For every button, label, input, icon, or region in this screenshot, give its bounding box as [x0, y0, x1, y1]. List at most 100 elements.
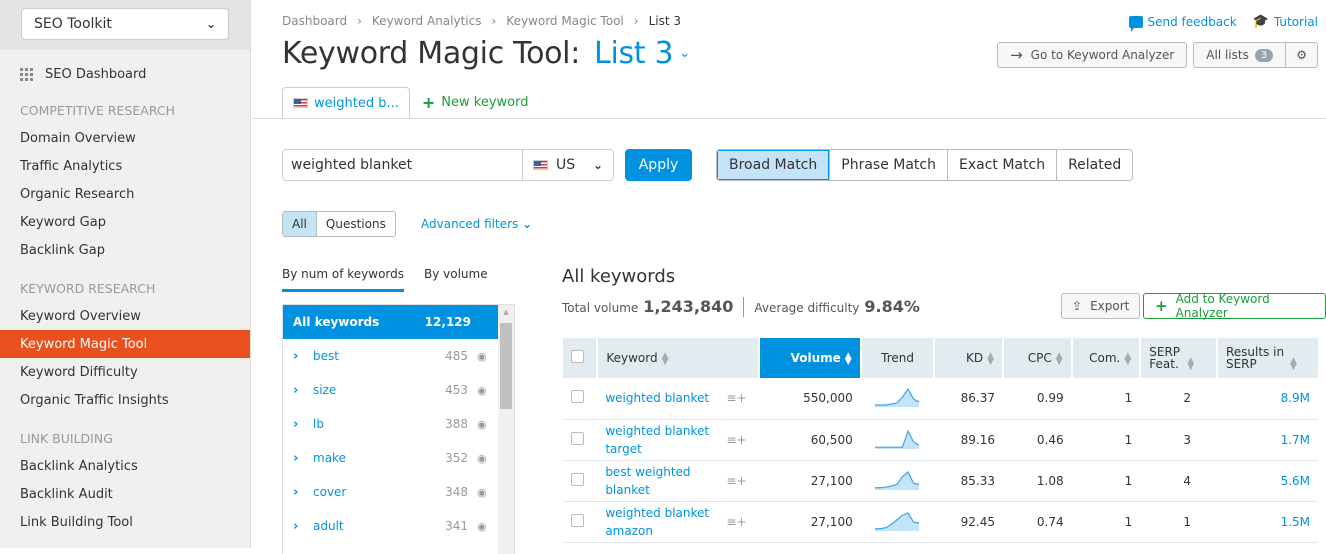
sidebar-item-backlink-analytics[interactable]: Backlink Analytics — [0, 452, 250, 480]
scroll-up-icon[interactable]: ▲ — [498, 308, 514, 316]
table-row: weighted blanket ≡+ 550,000 86.37 0.99 1… — [563, 378, 1318, 420]
add-to-list-icon[interactable]: ≡+ — [718, 501, 759, 543]
group-item[interactable]: › best 485 ◉ — [283, 339, 499, 373]
add-to-keyword-analyzer-button[interactable]: + Add to Keyword Analyzer — [1143, 292, 1326, 320]
eye-icon[interactable]: ◉ — [477, 418, 489, 431]
grid-icon — [20, 67, 33, 81]
sidebar-item-keyword-difficulty[interactable]: Keyword Difficulty — [0, 358, 250, 386]
sidebar-item-keyword-overview[interactable]: Keyword Overview — [0, 302, 250, 330]
add-to-list-icon[interactable]: ≡+ — [718, 460, 759, 502]
breadcrumb-dashboard[interactable]: Dashboard — [282, 14, 347, 28]
sidebar-item-domain-overview[interactable]: Domain Overview — [0, 124, 250, 152]
group-item[interactable]: › lb 388 ◉ — [283, 407, 499, 441]
chevron-right-icon[interactable]: › — [293, 451, 313, 466]
eye-icon[interactable]: ◉ — [477, 350, 489, 363]
col-kd[interactable]: KD ▲ ▼ — [933, 338, 1004, 378]
eye-icon[interactable]: ◉ — [477, 452, 489, 465]
gear-icon: ⚙ — [1296, 48, 1307, 62]
match-phrase-match-button[interactable]: Phrase Match — [829, 150, 947, 180]
sidebar-item-traffic-analytics[interactable]: Traffic Analytics — [0, 152, 250, 180]
select-all-checkbox[interactable] — [571, 350, 584, 363]
export-button[interactable]: ⇪ Export — [1061, 293, 1141, 319]
add-to-list-icon[interactable]: ≡+ — [718, 378, 759, 420]
row-checkbox[interactable] — [571, 472, 584, 486]
total-volume-label: Total volume — [562, 301, 639, 315]
toolkit-select[interactable]: SEO Toolkit ⌄ — [21, 8, 229, 40]
col-cpc[interactable]: CPC ▲ ▼ — [1002, 338, 1072, 378]
groups-scrollbar[interactable]: ▲ — [498, 305, 514, 554]
match-related-button[interactable]: Related — [1056, 150, 1132, 180]
send-feedback-link[interactable]: Send feedback — [1128, 14, 1237, 32]
add-to-list-icon[interactable]: ≡+ — [718, 419, 759, 461]
sidebar-item-organic-traffic-insights[interactable]: Organic Traffic Insights — [0, 386, 250, 414]
filter-questions-button[interactable]: Questions — [315, 212, 395, 236]
keyword-link[interactable]: weighted blanket target — [597, 419, 719, 461]
row-checkbox[interactable] — [571, 390, 584, 404]
chevron-right-icon[interactable]: › — [293, 417, 313, 432]
chevron-right-icon[interactable]: › — [293, 349, 313, 364]
col-serp-features[interactable]: SERP Feat. ▲ ▼ — [1139, 338, 1217, 378]
scroll-thumb[interactable] — [500, 323, 512, 409]
keyword-link[interactable]: weighted blanket amazon — [597, 501, 719, 543]
group-item[interactable]: › adult 341 ◉ — [283, 509, 499, 543]
chevron-down-icon: ⌄ — [592, 158, 603, 172]
sidebar-item-backlink-audit[interactable]: Backlink Audit — [0, 480, 250, 508]
apply-button[interactable]: Apply — [625, 149, 692, 181]
eye-icon[interactable]: ◉ — [477, 384, 489, 397]
sidebar-item-keyword-gap[interactable]: Keyword Gap — [0, 208, 250, 236]
filter-all-button[interactable]: All — [283, 212, 316, 236]
list-selector[interactable]: List 3 — [594, 36, 674, 71]
row-checkbox[interactable] — [571, 513, 584, 527]
eye-icon[interactable]: ◉ — [477, 486, 489, 499]
group-item[interactable]: › cover 348 ◉ — [283, 475, 499, 509]
col-results-in-serp[interactable]: Results in SERP ▲ ▼ — [1215, 338, 1318, 378]
chevron-right-icon[interactable]: › — [293, 485, 313, 500]
col-keyword[interactable]: Keyword ▲ ▼ — [596, 338, 759, 378]
tab-by-num-keywords[interactable]: By num of keywords — [282, 267, 404, 292]
advanced-filters-toggle[interactable]: Advanced filters ⌄ — [421, 217, 532, 231]
keyword-link[interactable]: best weighted blanket — [597, 460, 719, 502]
serp-features-cell: 2 — [1140, 378, 1217, 420]
breadcrumb-keyword-magic-tool[interactable]: Keyword Magic Tool — [506, 14, 623, 28]
all-lists-button[interactable]: All lists 3 — [1194, 43, 1285, 67]
sidebar-item-link-building-tool[interactable]: Link Building Tool — [0, 508, 250, 536]
group-name: make — [313, 451, 346, 465]
volume-cell: 550,000 — [758, 378, 861, 420]
sidebar-item-organic-research[interactable]: Organic Research — [0, 180, 250, 208]
keyword-search-input[interactable]: weighted blanket — [282, 149, 523, 181]
results-in-serp-link[interactable]: 1.7M — [1216, 419, 1318, 461]
chevron-right-icon[interactable]: › — [293, 383, 313, 398]
group-item[interactable]: › make 352 ◉ — [283, 441, 499, 475]
col-com[interactable]: Com. ▲ ▼ — [1070, 338, 1141, 378]
row-checkbox[interactable] — [571, 431, 584, 445]
results-in-serp-link[interactable]: 5.6M — [1216, 460, 1318, 502]
group-all-keywords[interactable]: All keywords 12,129 — [283, 305, 499, 339]
eye-icon[interactable]: ◉ — [477, 520, 489, 533]
chevron-down-icon[interactable]: ⌄ — [679, 46, 690, 61]
match-exact-match-button[interactable]: Exact Match — [947, 150, 1056, 180]
match-broad-match-button[interactable]: Broad Match — [717, 150, 830, 180]
sidebar-item-backlink-gap[interactable]: Backlink Gap — [0, 236, 250, 264]
group-sort-tabs: By num of keywords By volume — [282, 267, 488, 292]
keyword-link[interactable]: weighted blanket — [597, 378, 719, 420]
sidebar-item-seo-dashboard[interactable]: SEO Dashboard — [0, 62, 250, 86]
go-to-keyword-analyzer-button[interactable]: → Go to Keyword Analyzer — [997, 42, 1188, 68]
serp-features-cell: 1 — [1140, 501, 1217, 543]
col-volume[interactable]: Volume ▲ ▼ — [757, 338, 861, 378]
results-stats: Total volume 1,243,840 Average difficulty… — [562, 297, 920, 317]
results-in-serp-link[interactable]: 8.9M — [1216, 378, 1318, 420]
tutorial-link[interactable]: 🎓 Tutorial — [1253, 14, 1318, 29]
tab-by-volume[interactable]: By volume — [424, 267, 488, 292]
results-heading: All keywords — [562, 266, 676, 287]
new-keyword-button[interactable]: + New keyword — [422, 87, 529, 118]
sidebar-item-keyword-magic-tool[interactable]: Keyword Magic Tool — [0, 330, 250, 358]
breadcrumb-current: List 3 — [648, 14, 681, 28]
col-kd-label: KD — [965, 351, 984, 365]
settings-button[interactable]: ⚙ — [1285, 43, 1317, 67]
results-in-serp-link[interactable]: 1.5M — [1216, 501, 1318, 543]
tab-weighted-blanket[interactable]: weighted b... — [282, 87, 410, 118]
database-select[interactable]: US ⌄ — [523, 149, 614, 181]
group-item[interactable]: › size 453 ◉ — [283, 373, 499, 407]
breadcrumb-keyword-analytics[interactable]: Keyword Analytics — [372, 14, 482, 28]
chevron-right-icon[interactable]: › — [293, 519, 313, 534]
